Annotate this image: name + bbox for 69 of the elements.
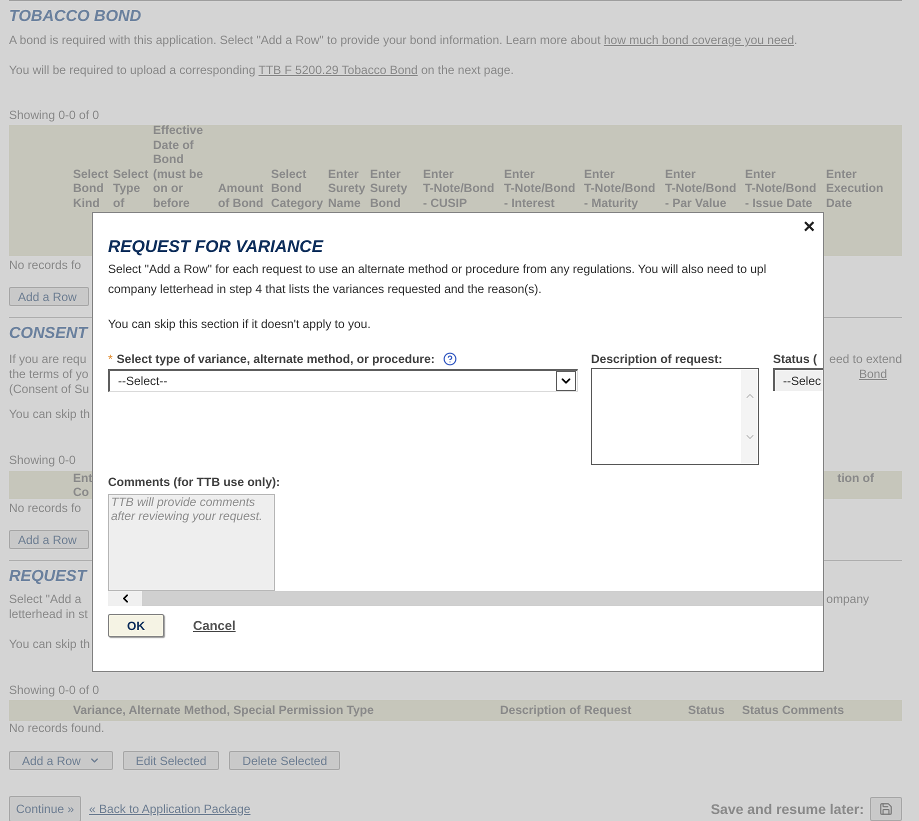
skip-text: You can skip this section if it doesn't apply to you. — [108, 316, 371, 333]
text-line: company letterhead in step 4 that lists the variances requested and the reason(s). — [108, 281, 542, 298]
cancel-link[interactable]: Cancel — [193, 616, 236, 636]
section-title: TOBACCO BOND — [9, 7, 142, 27]
column-header: Enter Execution Date — [826, 166, 884, 210]
column-header: tion of — [837, 471, 874, 487]
column-header: Enter T-Note/Bond - Maturity — [584, 166, 656, 210]
column-header: Status Comments — [742, 703, 844, 718]
text-line: Select "Add a — [9, 592, 82, 607]
text-link[interactable]: TTB F 5200.29 Tobacco Bond — [258, 63, 418, 77]
field-label: Select type of variance, alternate method, or procedure: — [116, 351, 435, 368]
showing-count: Showing 0-0 of 0 — [9, 108, 100, 123]
column-header: Variance, Alternate Method, Special Permission Type — [73, 703, 375, 718]
upload-text: You will be required to upload a corresponding TTB F 5200.29 Tobacco Bond on the next page. — [9, 63, 515, 78]
empty-message: No records fo — [9, 258, 82, 273]
column-header: Enter T-Note/Bond - CUSIP — [423, 166, 496, 210]
column-header: Enter T-Note/Bond - Par Value — [665, 166, 738, 210]
column-header: Enter T-Note/Bond - Interest — [504, 166, 576, 210]
dialog-title: REQUEST FOR VARIANCE — [108, 237, 324, 257]
save-button[interactable] — [870, 797, 902, 821]
variance-type-select[interactable]: --Select-- — [108, 369, 578, 392]
column-header: Enter T-Note/Bond - Issue Date — [745, 166, 818, 210]
continue-button[interactable]: Continue » — [9, 796, 82, 821]
column-header: Select Bond Category — [271, 166, 324, 210]
ok-button[interactable]: OK — [108, 614, 164, 637]
required-mark: * — [108, 351, 113, 368]
showing-count: Showing 0-0 — [9, 453, 76, 468]
horizontal-scrollbar[interactable] — [108, 591, 823, 606]
column-header: Enter Surety Name — [328, 166, 366, 210]
delete-selected-button[interactable]: Delete Selected — [229, 751, 340, 770]
showing-count: Showing 0-0 of 0 — [9, 683, 100, 698]
field-label: Comments (for TTB use only): — [108, 474, 280, 491]
column-header: Select Bond Kind — [73, 166, 110, 210]
text-line: (Consent of Su — [9, 382, 90, 397]
save-label: Save and resume later: — [710, 802, 864, 816]
column-header: Ent Co — [73, 471, 92, 499]
column-header: Status — [688, 703, 726, 718]
text-line: letterhead in st — [9, 607, 88, 622]
help-icon[interactable] — [442, 352, 457, 366]
text-line: ompany — [826, 592, 869, 607]
intro-text: A bond is required with this application. Select "Add a Row" to provide your bond information. Learn more about how much bond coverage you need. — [9, 33, 798, 48]
column-header: Select Type of — [113, 166, 150, 210]
back-link[interactable]: « Back to Application Package — [89, 802, 250, 816]
save-icon — [879, 802, 893, 816]
text-link[interactable]: Bond — [858, 367, 887, 382]
field-label: Description of request: — [591, 351, 722, 368]
add-row-button[interactable]: Add a Row — [9, 287, 89, 306]
section-title: CONSENT — [9, 324, 88, 344]
empty-message: No records found. — [9, 721, 104, 736]
status-select[interactable]: --Selec — [773, 368, 823, 391]
column-header: Enter Surety Bond — [370, 166, 408, 210]
text-line: eed to extend — [829, 352, 902, 367]
add-row-button[interactable]: Add a Row — [9, 751, 113, 770]
skip-text: You can skip th — [9, 637, 90, 652]
field-label: Status ( — [773, 351, 818, 368]
section-title: REQUEST — [9, 567, 86, 587]
column-header: Description of Request — [500, 703, 632, 718]
text-line: the terms of yo — [9, 367, 88, 382]
add-row-button[interactable]: Add a Row — [9, 530, 89, 549]
description-textarea[interactable] — [591, 368, 759, 465]
text-link[interactable]: how much bond coverage you need — [604, 33, 794, 47]
column-header: Effective Date of Bond (must be on or before — [153, 123, 204, 210]
column-header: Amount of Bond — [218, 181, 264, 210]
text-line: Select "Add a Row" for each request to use an alternate method or procedure from any regulations. You will also need to upl — [108, 261, 766, 278]
edit-selected-button[interactable]: Edit Selected — [122, 751, 220, 770]
empty-message: No records fo — [9, 501, 82, 516]
skip-text: You can skip th — [9, 407, 90, 422]
text-line: If you are requ — [9, 352, 86, 367]
close-button[interactable]: × — [803, 217, 815, 237]
